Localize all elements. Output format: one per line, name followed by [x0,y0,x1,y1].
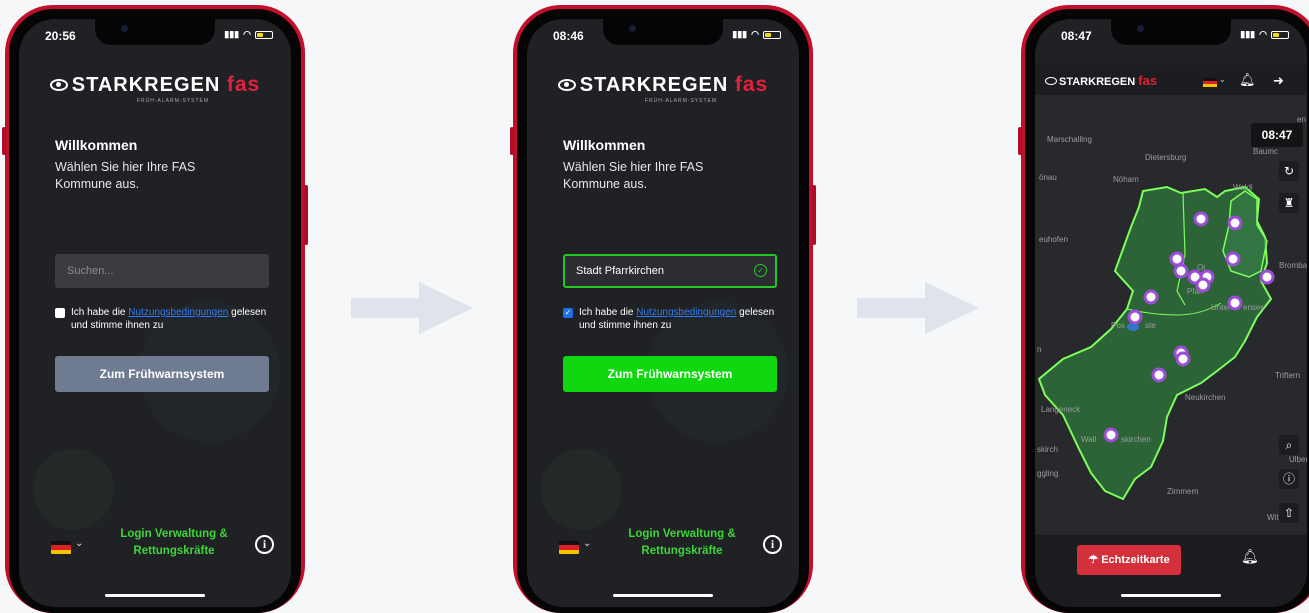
welcome-screen: 20:56 ▮▮▮ ◠ STARKREGEN fas FRÜH-ALARM-SYS… [19,19,291,607]
home-indicator [105,594,205,597]
phone-frame-welcome: 20:56 ▮▮▮ ◠ STARKREGEN fas FRÜH-ALARM-SYS… [2,5,308,613]
signal-icon: ▮▮▮ [732,29,748,39]
water-sensor-icon [1151,367,1167,383]
status-time: 20:56 [45,29,76,43]
water-sensor-icon [1127,309,1143,325]
info-icon[interactable]: i [255,535,274,554]
realtime-map-button[interactable]: ☂︎ Echtzeitkarte [1077,545,1181,575]
language-flag-icon[interactable] [51,541,71,554]
check-circle-icon: ✓ [754,264,767,277]
status-bar: 08:47 ▮▮▮ ◠ [1061,29,1289,45]
map-view[interactable]: Marschalling Dietersburg Baumc önau Nöha… [1035,95,1307,535]
search-icon[interactable]: ⌕ [1279,435,1299,455]
sensor-markers [1103,211,1275,443]
water-sensor-icon [1143,289,1159,305]
search-input[interactable]: Stadt Pfarrkirchen ✓ [563,254,777,288]
water-sensor-icon [1227,295,1243,311]
login-link[interactable]: Login Verwaltung & Rettungskräfte [114,526,234,560]
search-value: Stadt Pfarrkirchen [576,265,665,277]
terms-consent[interactable]: Ich habe die Nutzungsbedingungen gelesen… [55,306,275,332]
status-time: 08:47 [1061,29,1092,43]
home-indicator [1121,594,1221,597]
arrow-right-icon [351,282,473,334]
logo-tagline: FRÜH-ALARM-SYSTEM [645,98,718,104]
welcome-text: Wählen Sie hier Ihre FAS Kommune aus. [55,160,196,191]
welcome-title: Willkommen [563,137,646,153]
logout-icon[interactable]: ➜ [1273,74,1284,89]
rain-alert-icon: ☂︎ [1088,554,1102,566]
water-sensor-icon [1103,427,1119,443]
status-bar: 08:46 ▮▮▮ ◠ [553,29,781,45]
app-logo: STARKREGEN fas [1045,73,1157,88]
radar-tower-icon[interactable]: ♜ [1279,193,1299,213]
terms-checkbox[interactable] [55,308,65,318]
terms-link[interactable]: Nutzungsbedingungen [128,307,228,318]
wifi-icon: ◠ [751,29,759,39]
info-icon[interactable]: ⓘ [1279,469,1299,489]
phone-frame-selection: 08:46 ▮▮▮ ◠ STARKREGEN fas FRÜH-ALARM-SYS… [510,5,816,613]
terms-link[interactable]: Nutzungsbedingungen [636,307,736,318]
battery-icon [1271,30,1289,39]
water-sensor-icon [1175,351,1191,367]
chevron-down-icon[interactable]: ⌄ [1219,75,1226,84]
terms-checkbox[interactable]: ✓ [563,308,573,318]
map-screen: 08:47 ▮▮▮◠ STARKREGEN fas ⌄ 🔔︎ ➜ Marsch [1035,19,1307,607]
eye-icon [557,79,576,91]
welcome-title: Willkommen [55,137,138,153]
status-bar: 20:56 ▮▮▮ ◠ [45,29,273,45]
arrow-right-icon [857,282,979,334]
eye-icon [49,79,68,91]
terms-text: Ich habe die Nutzungsbedingungen gelesen… [579,307,775,331]
language-flag-icon[interactable] [1203,78,1217,87]
battery-icon [763,30,781,39]
selection-screen: 08:46 ▮▮▮ ◠ STARKREGEN fas FRÜH-ALARM-SYS… [527,19,799,607]
bell-icon[interactable]: 🔔︎ [1239,73,1256,88]
signal-icon: ▮▮▮ [224,29,240,39]
water-sensor-icon [1195,277,1211,293]
water-sensor-icon [1169,251,1185,267]
login-link[interactable]: Login Verwaltung & Rettungskräfte [622,526,742,560]
water-sensor-icon [1227,215,1243,231]
search-input[interactable]: Suchen... [55,254,269,288]
water-sensor-icon [1225,251,1241,267]
info-icon[interactable]: i [763,535,782,554]
welcome-text: Wählen Sie hier Ihre FAS Kommune aus. [563,160,704,191]
wifi-icon: ◠ [1259,29,1267,39]
phone-frame-map: 08:47 ▮▮▮◠ STARKREGEN fas ⌄ 🔔︎ ➜ Marsch [1018,5,1309,613]
map-time-display: 08:47 [1251,123,1303,147]
eye-icon [1045,77,1057,85]
battery-icon [255,30,273,39]
water-sensor-icon [1173,263,1189,279]
water-sensor-icon [1193,211,1209,227]
terms-consent[interactable]: ✓ Ich habe die Nutzungsbedingungen geles… [563,306,783,332]
chevron-down-icon[interactable]: ⌄ [583,538,591,549]
refresh-icon[interactable]: ↻ [1279,161,1299,181]
compass-icon[interactable]: ⇧ [1279,503,1299,523]
app-logo: STARKREGEN fas [527,73,799,97]
logo-tagline: FRÜH-ALARM-SYSTEM [137,98,210,104]
app-header: STARKREGEN fas ⌄ 🔔︎ ➜ [1035,65,1307,95]
app-logo: STARKREGEN fas [19,73,291,97]
enter-system-button[interactable]: Zum Frühwarnsystem [563,356,777,392]
terms-text: Ich habe die Nutzungsbedingungen gelesen… [71,307,267,331]
language-flag-icon[interactable] [559,541,579,554]
home-indicator [613,594,713,597]
status-time: 08:46 [553,29,584,43]
signal-icon: ▮▮▮ [1240,29,1256,39]
water-sensor-icon [1259,269,1275,285]
chevron-down-icon[interactable]: ⌄ [75,538,83,549]
notifications-bell-icon[interactable]: 🔔︎ [1241,549,1259,565]
wifi-icon: ◠ [243,29,251,39]
bottom-navigation: ☂︎ Echtzeitkarte 🔔︎ [1035,535,1307,607]
enter-system-button[interactable]: Zum Frühwarnsystem [55,356,269,392]
